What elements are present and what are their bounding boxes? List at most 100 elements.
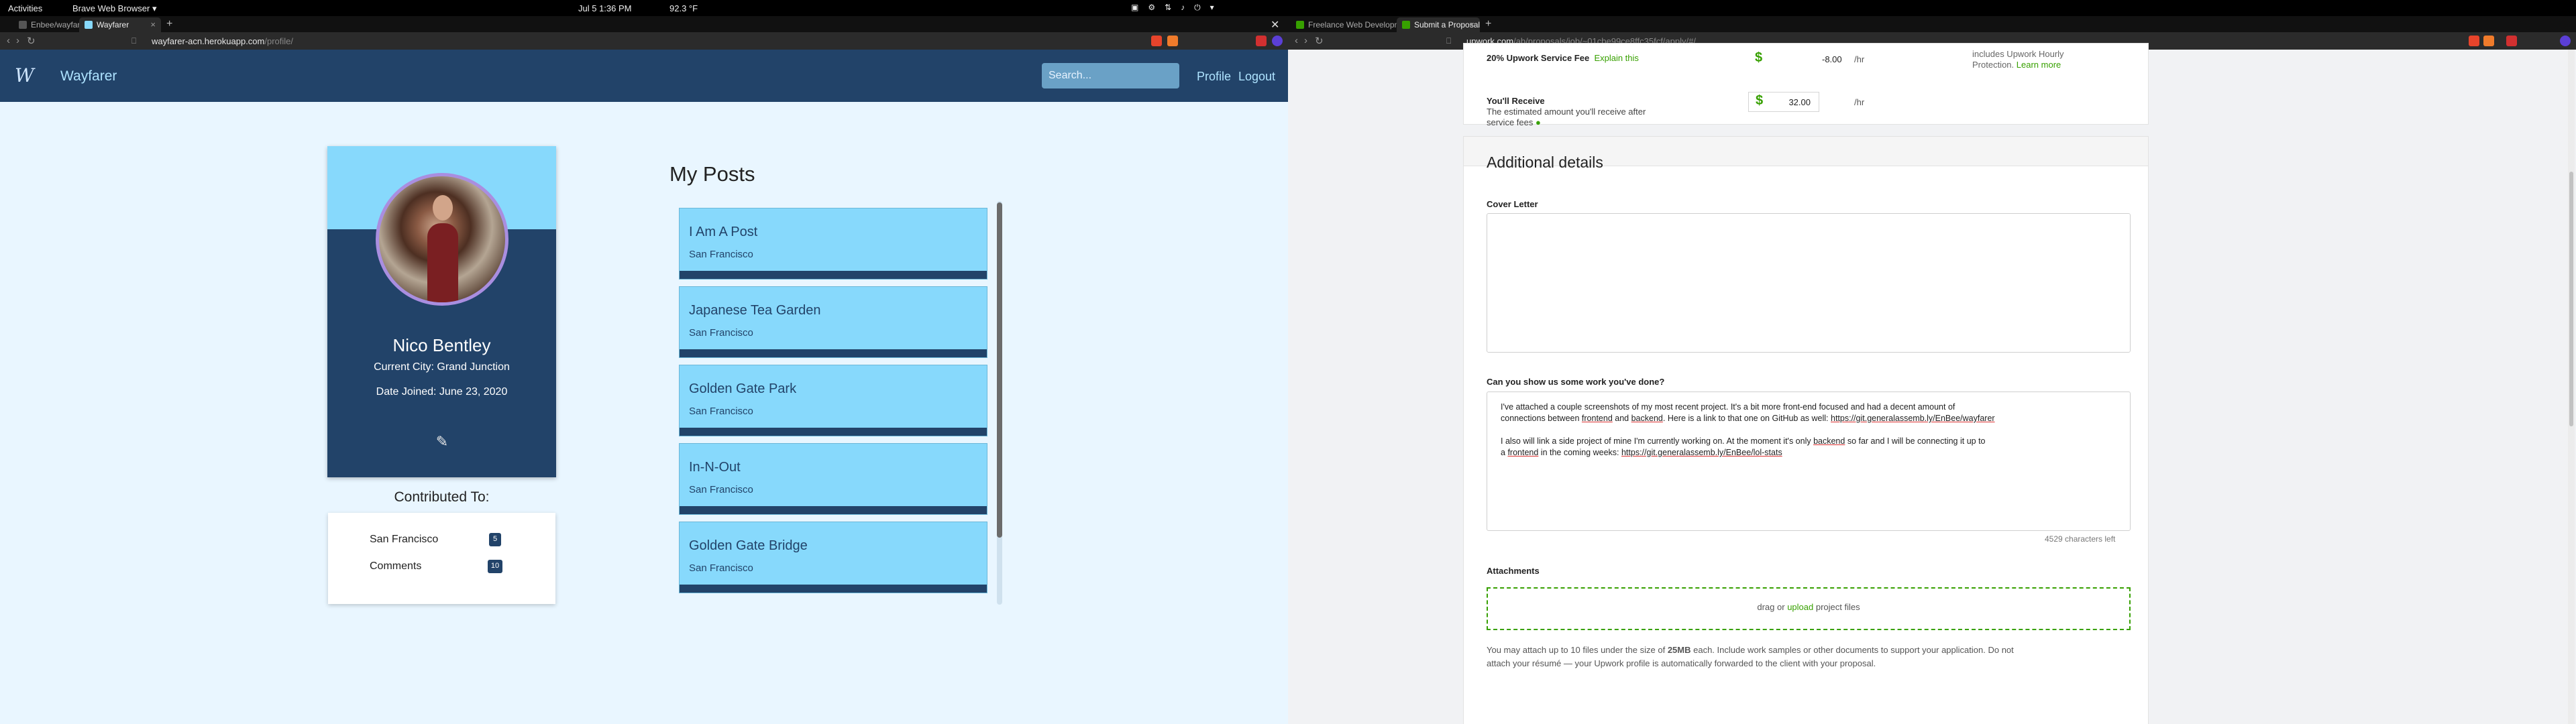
contribution-label[interactable]: Comments: [370, 560, 421, 572]
brave-rewards-icon[interactable]: [1167, 36, 1178, 46]
characters-left-counter: 4529 characters left: [2045, 534, 2116, 544]
system-tray[interactable]: ▣ ⚙ ⇅ ♪ ⏻ ▾: [1131, 3, 1214, 13]
post-title: Golden Gate Park: [689, 381, 797, 396]
post-title: Japanese Tea Garden: [689, 303, 821, 318]
tab-strip: Enbee/wayfarer: SEI-11 Proje… × Wayfarer…: [0, 16, 1288, 32]
left-browser-window: Enbee/wayfarer: SEI-11 Proje… × Wayfarer…: [0, 16, 1288, 724]
posts-scrollbar-thumb[interactable]: [997, 202, 1002, 538]
post-card[interactable]: I Am A Post San Francisco: [679, 208, 987, 280]
url-field[interactable]: wayfarer-acn.herokuapp.com/profile/: [152, 36, 293, 46]
wayfarer-logo[interactable]: W: [15, 64, 34, 86]
learn-more-link[interactable]: Learn more: [2017, 60, 2061, 70]
upload-link[interactable]: upload: [1787, 602, 1813, 612]
upwork-favicon-icon: [1402, 21, 1410, 29]
terms-card: 20% Upwork Service Fee Explain this $ -8…: [1463, 43, 2149, 127]
bookmark-icon[interactable]: ⎕: [1446, 36, 1451, 46]
close-icon[interactable]: ×: [1469, 19, 1474, 29]
attachment-dropzone[interactable]: drag or upload project files: [1487, 587, 2131, 630]
upwork-favicon-icon: [1296, 21, 1304, 29]
tab-strip: Freelance Web Development J… Submit a Pr…: [1288, 16, 2576, 32]
tab-label: Freelance Web Development J…: [1308, 20, 1397, 29]
explain-link[interactable]: Explain this: [1594, 53, 1638, 63]
post-city: San Francisco: [689, 484, 753, 495]
extension-icon[interactable]: [1256, 36, 1267, 46]
brave-shield-icon[interactable]: [1151, 36, 1162, 46]
post-card[interactable]: Golden Gate Park San Francisco: [679, 365, 987, 436]
power-icon: ⏻: [1194, 3, 1201, 12]
currency-symbol: $: [1755, 50, 1763, 65]
profile-city: Current City: Grand Junction: [374, 361, 510, 373]
avatar[interactable]: [1272, 36, 1283, 46]
forward-icon[interactable]: ›: [16, 35, 19, 46]
post-card[interactable]: Golden Gate Bridge San Francisco: [679, 522, 987, 593]
post-city: San Francisco: [689, 249, 753, 260]
attachments-label: Attachments: [1487, 566, 1540, 576]
post-city: San Francisco: [689, 562, 753, 574]
clock[interactable]: Jul 5 1:36 PM: [578, 3, 632, 13]
work-answer-textarea[interactable]: I've attached a couple screenshots of my…: [1487, 391, 2131, 531]
posts-list[interactable]: I Am A Post San Francisco Japanese Tea G…: [675, 201, 1005, 605]
back-icon[interactable]: ‹: [1295, 35, 1298, 46]
wayfarer-repo-link[interactable]: https://git.generalassemb.ly/EnBee/wayfa…: [1831, 414, 1995, 423]
receive-amount-input[interactable]: $ 32.00: [1748, 92, 1819, 112]
tab-label: Wayfarer: [97, 20, 129, 29]
contribution-count-badge: 5: [489, 533, 501, 546]
receive-label: You'll Receive: [1487, 96, 1545, 106]
service-fee-value: -8.00: [1822, 54, 1842, 64]
github-icon: [19, 21, 27, 29]
post-title: Golden Gate Bridge: [689, 538, 808, 553]
post-card[interactable]: Japanese Tea Garden San Francisco: [679, 286, 987, 358]
new-tab-button[interactable]: +: [1485, 18, 1491, 30]
post-card[interactable]: In-N-Out San Francisco: [679, 443, 987, 515]
reload-icon[interactable]: ↻: [1315, 35, 1324, 47]
bookmark-icon[interactable]: ⎕: [131, 36, 136, 46]
volume-icon: ♪: [1181, 3, 1185, 12]
site-navbar: W Wayfarer Search... Profile Logout: [0, 50, 1288, 102]
nav-profile-link[interactable]: Profile: [1197, 70, 1231, 84]
contributed-title: Contributed To:: [394, 489, 490, 505]
back-icon[interactable]: ‹: [7, 35, 10, 46]
brave-rewards-icon[interactable]: [2483, 36, 2494, 46]
contribution-count-badge: 10: [488, 560, 502, 573]
search-input[interactable]: Search...: [1042, 63, 1179, 88]
network-icon: ⇅: [1165, 3, 1172, 12]
profile-card: Nico Bentley Current City: Grand Junctio…: [327, 146, 556, 477]
system-top-bar: Activities Brave Web Browser ▾ Jul 5 1:3…: [0, 0, 2576, 16]
cover-letter-textarea[interactable]: [1487, 213, 2131, 353]
window-close-button[interactable]: ✕: [1271, 18, 1279, 32]
weather-indicator[interactable]: 92.3 °F: [669, 3, 698, 13]
post-city: San Francisco: [689, 406, 753, 417]
post-title: I Am A Post: [689, 225, 758, 239]
screen-icon: ▣: [1131, 3, 1139, 12]
app-menu[interactable]: Brave Web Browser ▾: [72, 3, 157, 14]
avatar[interactable]: [2560, 36, 2571, 46]
posts-title: My Posts: [669, 162, 755, 186]
lol-stats-repo-link[interactable]: https://git.generalassemb.ly/EnBee/lol-s…: [1621, 448, 1782, 457]
reload-icon[interactable]: ↻: [27, 35, 36, 47]
close-icon[interactable]: ×: [150, 19, 156, 29]
brave-shield-icon[interactable]: [2469, 36, 2479, 46]
profile-joined-date: Date Joined: June 23, 2020: [376, 386, 508, 398]
tab-wayfarer[interactable]: Wayfarer ×: [79, 17, 161, 32]
chevron-down-icon: ▾: [1210, 3, 1214, 12]
extension-icon[interactable]: [2506, 36, 2517, 46]
contribution-label[interactable]: San Francisco: [370, 534, 438, 546]
activities-button[interactable]: Activities: [8, 3, 42, 13]
per-hour-label: /hr: [1854, 54, 1865, 64]
additional-details-card: Additional details Cover Letter Can you …: [1463, 136, 2149, 724]
attachment-help-text: You may attach up to 10 files under the …: [1487, 645, 2014, 668]
profile-photo: [376, 173, 508, 306]
right-browser-window: Freelance Web Development J… Submit a Pr…: [1288, 16, 2576, 724]
tab-upwork-job[interactable]: Freelance Web Development J…: [1291, 17, 1397, 32]
pencil-icon[interactable]: ✎: [433, 433, 451, 450]
wayfarer-page: W Wayfarer Search... Profile Logout Nico…: [0, 50, 1288, 724]
upwork-proposal-page: 20% Upwork Service Fee Explain this $ -8…: [1288, 43, 2576, 724]
page-scrollbar-thumb[interactable]: [2569, 172, 2573, 426]
new-tab-button[interactable]: +: [166, 18, 172, 30]
help-icon[interactable]: ●: [1536, 117, 1541, 127]
address-bar-row: ‹ › ↻ ⎕ wayfarer-acn.herokuapp.com/profi…: [0, 32, 1288, 50]
nav-logout-link[interactable]: Logout: [1238, 70, 1275, 84]
tab-submit-proposal[interactable]: Submit a Proposal ×: [1397, 17, 1480, 32]
forward-icon[interactable]: ›: [1304, 35, 1307, 46]
brand-link[interactable]: Wayfarer: [60, 68, 117, 84]
